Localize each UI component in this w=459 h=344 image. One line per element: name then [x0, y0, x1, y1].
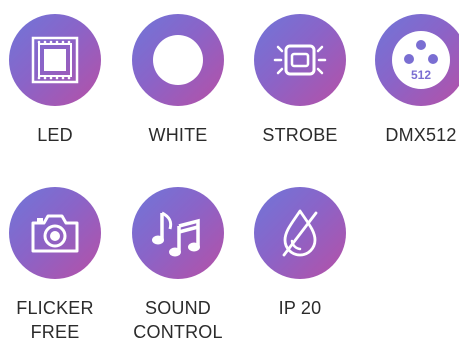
- feature-label-ip20: IP 20: [278, 298, 322, 318]
- white-circle-icon: [151, 33, 205, 87]
- water-drop-crossed-icon: [274, 205, 326, 261]
- feature-badge-ip20: [254, 187, 346, 279]
- feature-strobe: STROBE: [244, 14, 356, 147]
- feature-label-white: WHITE: [148, 125, 208, 145]
- led-panel-icon: [29, 34, 81, 86]
- dmx-badge-text: 512: [411, 68, 431, 82]
- feature-badge-flicker-free: [9, 187, 101, 279]
- feature-dmx512: 512 DMX512: [365, 14, 459, 147]
- feature-white: WHITE: [122, 14, 234, 147]
- feature-badge-strobe: [254, 14, 346, 106]
- feature-label-sound-control: SOUND CONTROL: [133, 298, 223, 342]
- feature-label-led: LED: [37, 125, 73, 145]
- camera-icon: [29, 211, 81, 255]
- feature-led: LED: [0, 14, 111, 147]
- strobe-icon: [269, 39, 331, 81]
- feature-badge-dmx512: 512: [375, 14, 459, 106]
- feature-badge-white: [132, 14, 224, 106]
- feature-sound-control: SOUND CONTROL: [122, 187, 234, 344]
- music-notes-icon: [151, 206, 205, 260]
- dmx-connector-icon: 512: [390, 29, 452, 91]
- feature-label-strobe: STROBE: [262, 125, 338, 145]
- feature-ip20: IP 20: [244, 187, 356, 320]
- feature-flicker-free: FLICKER FREE: [0, 187, 111, 344]
- feature-badge-led: [9, 14, 101, 106]
- feature-label-flicker-free: FLICKER FREE: [16, 298, 94, 342]
- feature-badge-sound-control: [132, 187, 224, 279]
- feature-label-dmx512: DMX512: [385, 125, 457, 145]
